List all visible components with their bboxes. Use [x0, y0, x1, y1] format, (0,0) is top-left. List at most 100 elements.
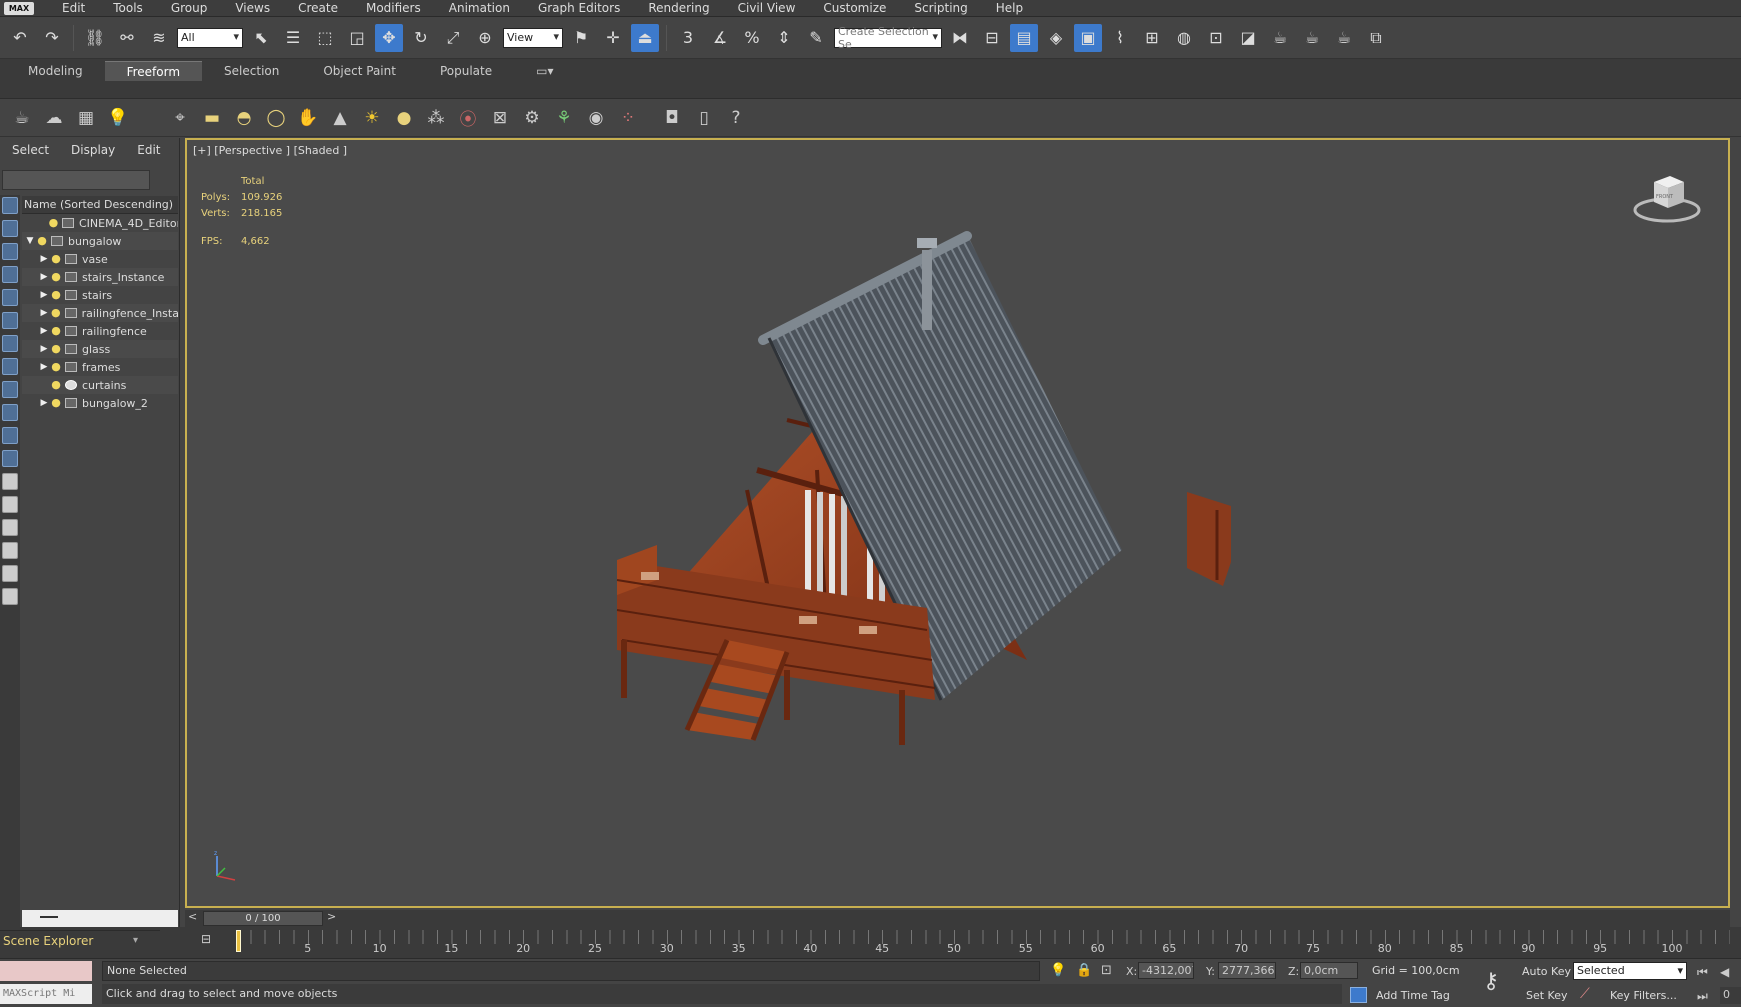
- funnel-icon[interactable]: [2, 542, 18, 559]
- y-coord-field[interactable]: 2777,366c: [1218, 962, 1276, 979]
- sun-icon[interactable]: ☀: [358, 104, 386, 132]
- scene-tree-row[interactable]: ▶ ● bungalow_2: [22, 394, 178, 412]
- sphere-icon[interactable]: ◯: [262, 104, 290, 132]
- filter-xrefs-icon[interactable]: [2, 358, 18, 375]
- maxscript-mini-listener[interactable]: MAXScript Mi: [0, 984, 92, 1004]
- help-icon[interactable]: ?: [722, 104, 750, 132]
- expand-right-icon[interactable]: ▶: [38, 362, 50, 372]
- sky-sphere-icon[interactable]: ●: [390, 104, 418, 132]
- selection-filter-dropdown[interactable]: All: [177, 27, 243, 48]
- expand-right-icon[interactable]: ▶: [38, 254, 50, 264]
- select-object-icon[interactable]: ⬉: [247, 24, 275, 52]
- select-by-name-icon[interactable]: ☰: [279, 24, 307, 52]
- menu-group[interactable]: Group: [157, 0, 222, 17]
- wireframe-icon[interactable]: ⊠: [486, 104, 514, 132]
- scene-tree-row[interactable]: ▼ ● bungalow: [22, 232, 178, 250]
- filter-space-warps-icon[interactable]: [2, 312, 18, 329]
- menu-tools[interactable]: Tools: [99, 0, 157, 17]
- selection-lock-icon[interactable]: 🔒: [1076, 963, 1092, 978]
- set-key-button[interactable]: Set Key: [1526, 989, 1568, 1002]
- scene-tree-row[interactable]: ● CINEMA_4D_Editor: [22, 214, 178, 232]
- display-none-icon[interactable]: [2, 496, 18, 513]
- render-production-icon[interactable]: ☕: [1266, 24, 1294, 52]
- ribbon-options-icon[interactable]: ▭▾: [514, 61, 575, 81]
- menu-customize[interactable]: Customize: [809, 0, 900, 17]
- visibility-bulb-icon[interactable]: ●: [50, 379, 62, 391]
- scene-tree-row[interactable]: ▶ ● frames: [22, 358, 178, 376]
- expand-right-icon[interactable]: ▶: [38, 290, 50, 300]
- tab-object-paint[interactable]: Object Paint: [301, 61, 418, 81]
- visibility-bulb-icon[interactable]: ●: [48, 217, 60, 229]
- time-slider[interactable]: 0 / 100: [203, 911, 323, 926]
- color-dots-icon[interactable]: ⁘: [614, 104, 642, 132]
- filter-bones-icon[interactable]: [2, 381, 18, 398]
- link-icon[interactable]: ⛓: [81, 24, 109, 52]
- go-to-end-icon[interactable]: ⏭: [1697, 989, 1708, 1004]
- hand-icon[interactable]: ✋: [294, 104, 322, 132]
- scene-explorer-dropdown[interactable]: Scene Explorer ▾: [0, 930, 160, 950]
- layers-icon[interactable]: [2, 588, 18, 605]
- visibility-bulb-icon[interactable]: ●: [50, 307, 62, 319]
- go-to-start-icon[interactable]: ⏮: [1697, 965, 1708, 980]
- scene-tree-row[interactable]: ▶ ● railingfence: [22, 322, 178, 340]
- render-object-icon[interactable]: ◘: [658, 104, 686, 132]
- expand-right-icon[interactable]: ▶: [38, 398, 50, 408]
- glass-sphere-icon[interactable]: ◉: [582, 104, 610, 132]
- select-and-move-icon[interactable]: ✥: [375, 23, 403, 52]
- isolate-selection-icon[interactable]: 💡: [1050, 963, 1066, 978]
- select-and-scale-icon[interactable]: ⤢: [439, 24, 467, 52]
- previous-frame-icon[interactable]: ◀: [1720, 965, 1729, 979]
- tab-modeling[interactable]: Modeling: [6, 61, 105, 81]
- visibility-bulb-icon[interactable]: ●: [50, 271, 62, 283]
- bind-space-warp-icon[interactable]: ≋: [145, 24, 173, 52]
- undo-icon[interactable]: ↶: [6, 24, 34, 52]
- scene-menu-edit[interactable]: Edit: [137, 143, 160, 157]
- menu-help[interactable]: Help: [982, 0, 1037, 17]
- visibility-bulb-icon[interactable]: ●: [50, 325, 62, 337]
- visibility-bulb-icon[interactable]: ●: [50, 253, 62, 265]
- percent-snap-icon[interactable]: %: [738, 24, 766, 52]
- scene-tree-row[interactable]: ▶ ● railingfence_Insta: [22, 304, 178, 322]
- named-selection-dropdown[interactable]: Create Selection Se: [834, 25, 942, 51]
- mirror-icon[interactable]: ⧓: [946, 24, 974, 52]
- x-coord-field[interactable]: -4312,007c: [1138, 962, 1194, 979]
- redo-icon[interactable]: ↷: [38, 24, 66, 52]
- key-icon[interactable]: ⚷: [1483, 969, 1499, 994]
- filter-frozen-icon[interactable]: [2, 427, 18, 444]
- menu-views[interactable]: Views: [221, 0, 284, 17]
- scene-column-header[interactable]: Name (Sorted Descending): [22, 196, 178, 214]
- scene-explorer-resize-handle[interactable]: [40, 916, 58, 918]
- absolute-transform-icon[interactable]: ⊡: [1101, 963, 1112, 978]
- expand-right-icon[interactable]: ▶: [38, 272, 50, 282]
- key-filters-button[interactable]: Key Filters...: [1610, 989, 1677, 1002]
- expand-down-icon[interactable]: ▼: [24, 236, 36, 246]
- window-crossing-icon[interactable]: ◲: [343, 24, 371, 52]
- expand-right-icon[interactable]: ▶: [38, 344, 50, 354]
- app-logo[interactable]: MAX: [4, 1, 34, 15]
- particles-icon[interactable]: ⁂: [422, 104, 450, 132]
- display-all-icon[interactable]: [2, 473, 18, 490]
- current-frame-marker[interactable]: [236, 930, 241, 952]
- invert-display-icon[interactable]: [2, 519, 18, 536]
- snaps-toggle-icon[interactable]: 3: [674, 24, 702, 52]
- camera-icon[interactable]: ⌖: [166, 104, 194, 132]
- select-and-place-icon[interactable]: ⊕: [471, 24, 499, 52]
- menu-graph-editors[interactable]: Graph Editors: [524, 0, 634, 17]
- scene-tree-row[interactable]: ▶ ● stairs_Instance: [22, 268, 178, 286]
- light-list-icon[interactable]: 💡: [104, 104, 132, 132]
- scene-tree-row[interactable]: ▶ ● vase: [22, 250, 178, 268]
- key-mode-dropdown[interactable]: Selected: [1573, 962, 1687, 980]
- rectangular-selection-icon[interactable]: ⬚: [311, 24, 339, 52]
- filter-containers-icon[interactable]: [2, 404, 18, 421]
- perspective-viewport[interactable]: [+] [Perspective ] [Shaded ] Total Polys…: [185, 138, 1730, 908]
- settings-page-icon[interactable]: ▯: [690, 104, 718, 132]
- render-iterative-icon[interactable]: ☕: [1298, 24, 1326, 52]
- menu-scripting[interactable]: Scripting: [900, 0, 981, 17]
- spinner-snap-icon[interactable]: ⇕: [770, 24, 798, 52]
- filter-lights-icon[interactable]: [2, 243, 18, 260]
- gear-icon[interactable]: ⚙: [518, 104, 546, 132]
- filter-geometry-icon[interactable]: [2, 197, 18, 214]
- hierarchy-icon[interactable]: [2, 565, 18, 582]
- menu-animation[interactable]: Animation: [435, 0, 524, 17]
- visibility-bulb-icon[interactable]: ●: [50, 397, 62, 409]
